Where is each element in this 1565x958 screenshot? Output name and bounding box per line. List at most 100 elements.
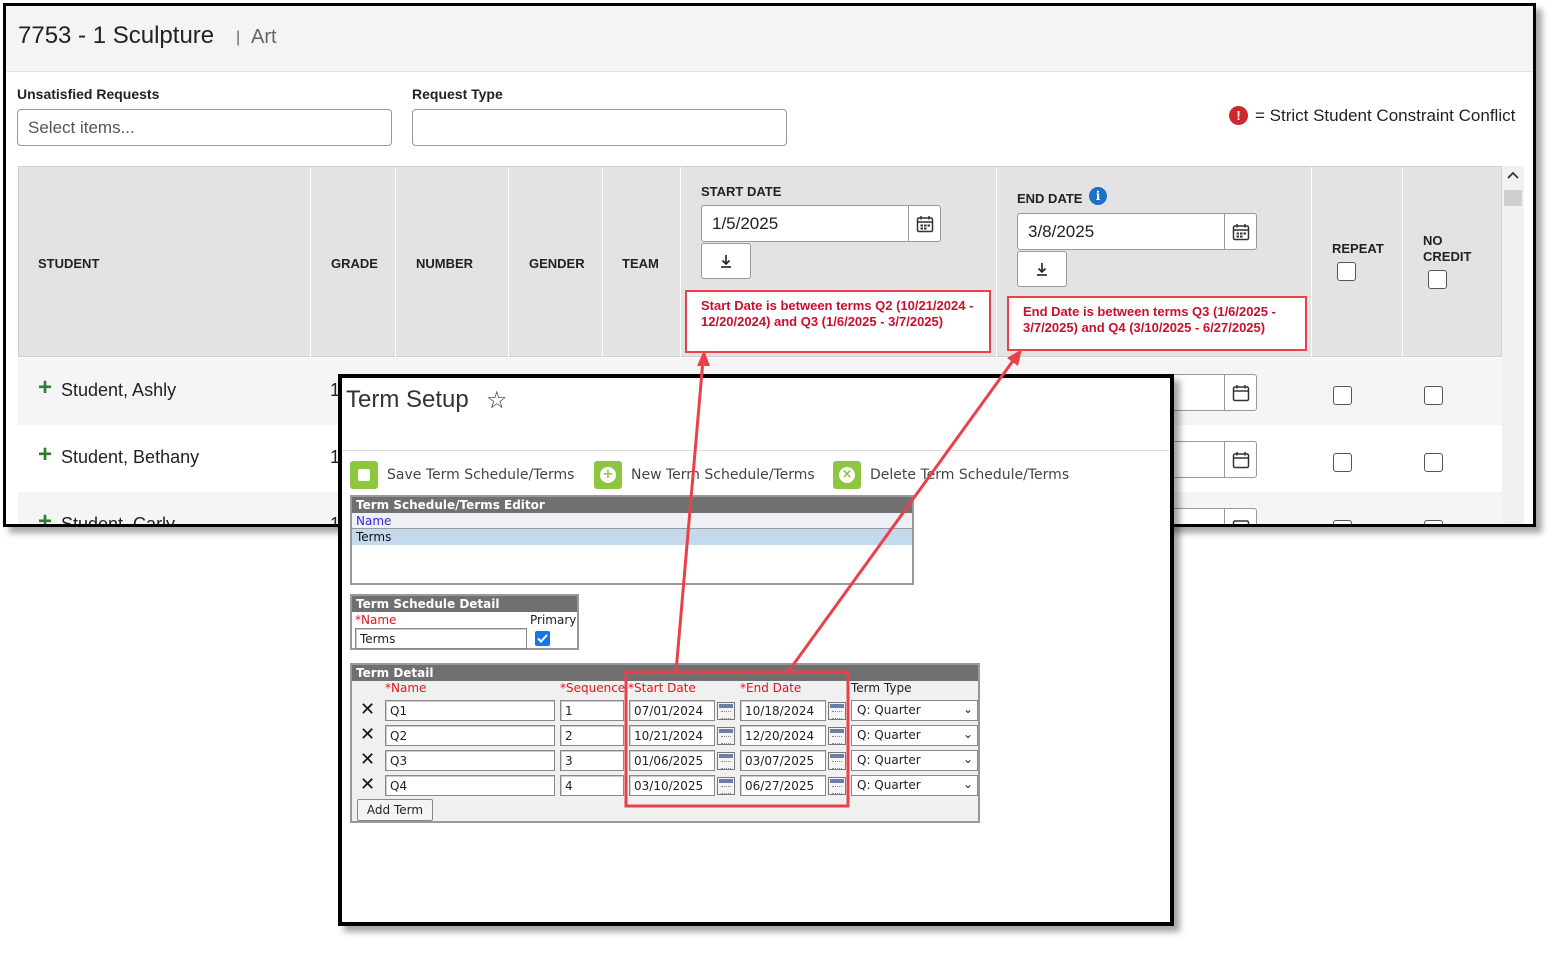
start-date-input[interactable]: 1/5/2025 (701, 205, 941, 242)
fill-down-end-button[interactable] (1017, 251, 1067, 287)
term-type-select[interactable]: Q: Quarter ⌄ (851, 700, 978, 721)
calendar-icon[interactable] (1224, 442, 1256, 477)
end-date-input[interactable]: 3/8/2025 (1017, 213, 1257, 250)
term-start-input[interactable]: 10/21/2024 (629, 725, 715, 746)
column-start-date: START DATE (701, 184, 782, 199)
end-date-value: 3/8/2025 (1028, 222, 1095, 241)
term-type-select[interactable]: Q: Quarter ⌄ (851, 750, 978, 771)
term-type-select[interactable]: Q: Quarter ⌄ (851, 725, 978, 746)
fill-down-start-button[interactable] (701, 243, 751, 279)
repeat-checkbox[interactable] (1333, 520, 1352, 524)
calendar-icon[interactable] (717, 702, 735, 720)
add-term-button[interactable]: Add Term (357, 799, 433, 821)
term-end-input[interactable]: 03/07/2025 (740, 750, 826, 771)
expand-plus-icon[interactable]: + (38, 376, 52, 400)
new-label: New Term Schedule/Terms (631, 467, 815, 483)
calendar-icon[interactable] (828, 727, 846, 745)
star-icon[interactable]: ☆ (486, 386, 508, 414)
col-sequence-label: *Sequence (560, 681, 626, 695)
term-start-input[interactable]: 07/01/2024 (629, 700, 715, 721)
term-sequence-input[interactable]: 1 (560, 700, 624, 721)
col-name-label: *Name (385, 681, 427, 695)
term-setup-window: Term Setup ☆ Save Term Schedule/Terms + … (338, 374, 1174, 926)
legend-text: = Strict Student Constraint Conflict (1255, 106, 1516, 125)
editor-header: Term Schedule/Terms Editor (352, 497, 912, 513)
calendar-icon[interactable] (1224, 509, 1256, 524)
term-end-input[interactable]: 06/27/2025 (740, 775, 826, 796)
request-type-input[interactable] (412, 109, 787, 146)
expand-plus-icon[interactable]: + (38, 443, 52, 467)
col-type-label: Term Type (851, 681, 912, 695)
term-sequence-input[interactable]: 3 (560, 750, 624, 771)
no-credit-checkbox[interactable] (1424, 520, 1443, 524)
delete-term-icon[interactable]: ✕ (360, 699, 375, 720)
calendar-icon[interactable] (1224, 375, 1256, 410)
term-name-input[interactable]: Q1 (385, 700, 555, 721)
unsatisfied-requests-label: Unsatisfied Requests (17, 86, 160, 102)
column-team[interactable]: TEAM (622, 256, 659, 271)
no-credit-all-checkbox[interactable] (1428, 270, 1447, 289)
term-end-input[interactable]: 10/18/2024 (740, 700, 826, 721)
column-gender[interactable]: GENDER (529, 256, 585, 271)
scrollbar[interactable] (1502, 166, 1524, 524)
request-type-label: Request Type (412, 86, 503, 102)
repeat-checkbox[interactable] (1333, 386, 1352, 405)
chevron-down-icon: ⌄ (962, 752, 973, 766)
calendar-icon[interactable] (717, 727, 735, 745)
column-end-date: END DATE (1017, 191, 1083, 206)
term-end-input[interactable]: 12/20/2024 (740, 725, 826, 746)
editor-name-column[interactable]: Name (352, 513, 912, 529)
term-type-select[interactable]: Q: Quarter ⌄ (851, 775, 978, 796)
primary-label: Primary (530, 613, 577, 627)
chevron-down-icon: ⌄ (962, 727, 973, 741)
term-type-value: Q: Quarter (857, 728, 921, 742)
column-student[interactable]: STUDENT (38, 256, 99, 271)
term-schedule-detail: Term Schedule Detail *Name Primary Terms (350, 594, 579, 650)
col-end-label: *End Date (740, 681, 802, 695)
start-date-value: 1/5/2025 (712, 214, 779, 233)
delete-term-schedule-button[interactable]: × Delete Term Schedule/Terms (833, 460, 1069, 490)
no-credit-checkbox[interactable] (1424, 453, 1443, 472)
col-start-label: *Start Date (628, 681, 696, 695)
calendar-icon[interactable] (908, 206, 940, 241)
primary-checkbox[interactable] (535, 631, 550, 646)
calendar-icon[interactable] (828, 702, 846, 720)
term-start-input[interactable]: 01/06/2025 (629, 750, 715, 771)
unsatisfied-requests-input[interactable]: Select items... (17, 109, 392, 146)
expand-plus-icon[interactable]: + (38, 510, 52, 525)
term-start-input[interactable]: 03/10/2025 (629, 775, 715, 796)
term-name-input[interactable]: Q3 (385, 750, 555, 771)
delete-term-icon[interactable]: ✕ (360, 774, 375, 795)
add-icon: + (594, 461, 622, 489)
delete-term-icon[interactable]: ✕ (360, 724, 375, 745)
editor-selected-item[interactable]: Terms (352, 529, 912, 545)
scrollbar-thumb[interactable] (1504, 190, 1522, 206)
delete-term-icon[interactable]: ✕ (360, 749, 375, 770)
save-term-schedule-button[interactable]: Save Term Schedule/Terms (350, 460, 574, 490)
end-date-error: End Date is between terms Q3 (1/6/2025 -… (1007, 296, 1307, 351)
repeat-all-checkbox[interactable] (1337, 262, 1356, 281)
calendar-icon[interactable] (717, 777, 735, 795)
calendar-icon[interactable] (717, 752, 735, 770)
save-label: Save Term Schedule/Terms (387, 467, 575, 483)
info-icon[interactable]: i (1089, 187, 1107, 205)
term-name-input[interactable]: Q4 (385, 775, 555, 796)
column-number[interactable]: NUMBER (416, 256, 473, 271)
conflict-alert-icon: ! (1229, 106, 1248, 125)
detail-name-input[interactable]: Terms (355, 628, 527, 649)
term-sequence-input[interactable]: 4 (560, 775, 624, 796)
arrow-down-icon (721, 255, 731, 268)
term-name-input[interactable]: Q2 (385, 725, 555, 746)
term-detail: Term Detail *Name *Sequence *Start Date … (350, 663, 980, 823)
calendar-icon[interactable] (1224, 214, 1256, 249)
no-credit-checkbox[interactable] (1424, 386, 1443, 405)
page-title: 7753 - 1 Sculpture (18, 22, 215, 49)
calendar-icon[interactable] (828, 752, 846, 770)
column-grade[interactable]: GRADE (331, 256, 378, 271)
chevron-down-icon: ⌄ (962, 702, 973, 716)
term-sequence-input[interactable]: 2 (560, 725, 624, 746)
repeat-checkbox[interactable] (1333, 453, 1352, 472)
term-schedule-editor: Term Schedule/Terms Editor Name Terms (350, 495, 914, 585)
new-term-schedule-button[interactable]: + New Term Schedule/Terms (594, 460, 815, 490)
calendar-icon[interactable] (828, 777, 846, 795)
